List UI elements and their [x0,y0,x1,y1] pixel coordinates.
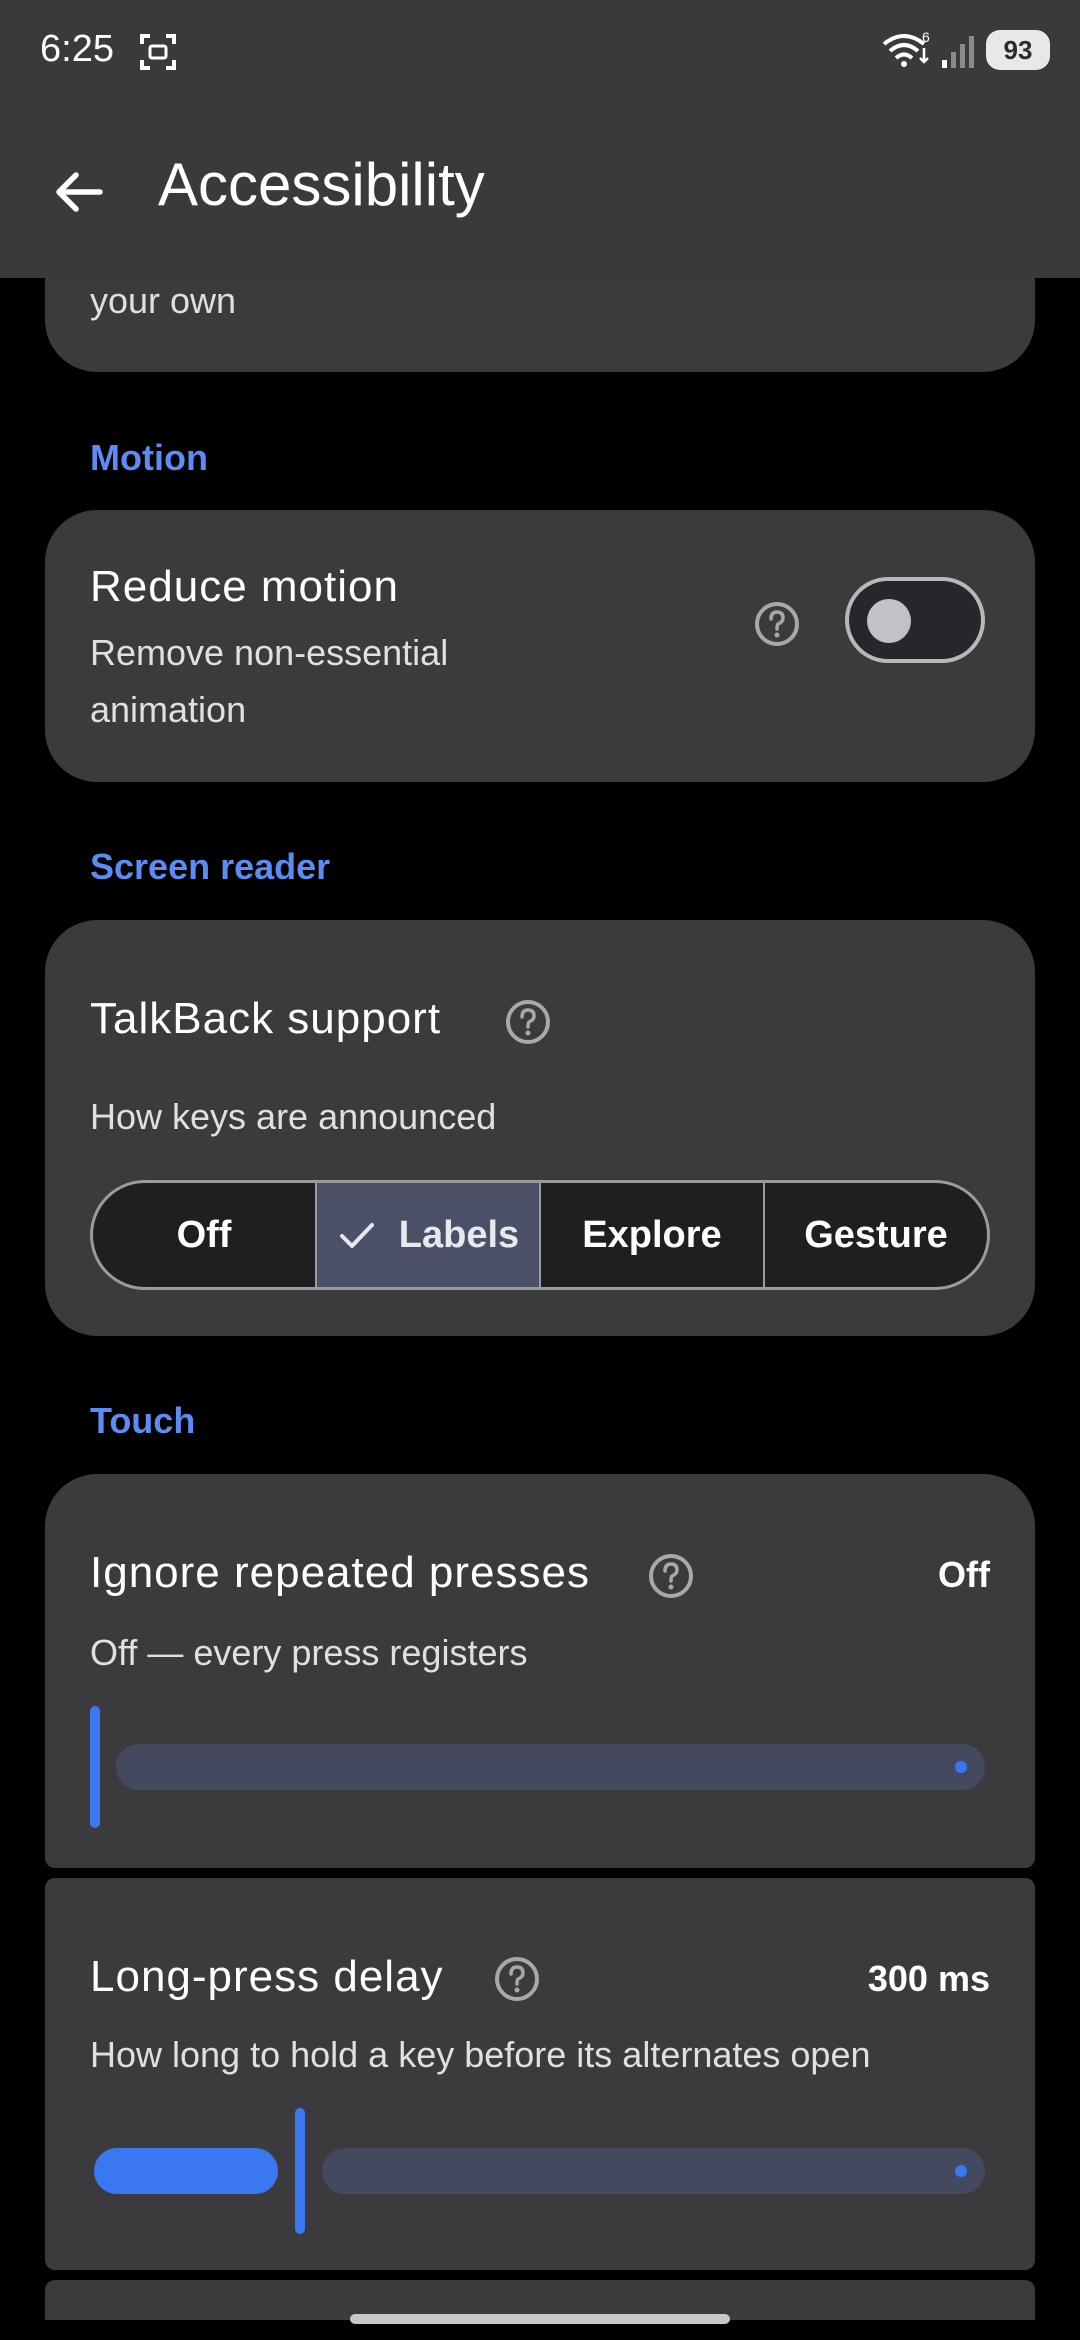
ignore-repeated-card: Ignore repeated presses Off Off — every … [45,1474,1035,1868]
status-bar: 6:25 6 93 [0,0,1080,108]
toggle-knob [867,599,911,643]
section-header-screen-reader: Screen reader [90,846,331,887]
slider-track [322,2148,985,2194]
section-header-touch: Touch [90,1400,196,1441]
ignore-repeated-value: Off [938,1554,990,1595]
segment-off-label: Off [176,1213,232,1256]
slider-end-dot [955,1761,967,1773]
page-title: Accessibility [158,151,485,218]
reduce-motion-subtitle-line1: Remove non-essential [90,632,449,673]
segment-explore-label: Explore [582,1213,722,1256]
app-bar: Accessibility [0,108,1080,278]
screenshot-icon [140,34,176,70]
segment-gesture-label: Gesture [804,1213,948,1256]
ignore-repeated-subtitle: Off — every press registers [90,1632,528,1673]
svg-text:6: 6 [922,30,930,45]
section-header-motion: Motion [90,437,208,478]
talkback-mode-selector: Off Labels Explore Gesture [90,1180,990,1290]
segment-gesture[interactable]: Gesture [763,1183,987,1287]
talkback-title: TalkBack support [90,994,442,1043]
segment-explore[interactable]: Explore [539,1183,763,1287]
home-indicator[interactable] [350,2314,730,2324]
slider-end-dot [955,2165,967,2177]
help-icon[interactable] [493,1955,541,2003]
slider-handle[interactable] [90,1706,100,1828]
segment-labels[interactable]: Labels [315,1183,539,1287]
talkback-subtitle: How keys are announced [90,1096,497,1137]
long-press-card: Long-press delay 300 ms How long to hold… [45,1878,1035,2270]
long-press-value: 300 ms [867,1958,990,1999]
reduce-motion-subtitle-line2: animation [90,689,247,730]
slider-handle[interactable] [295,2108,305,2234]
reduce-motion-toggle[interactable] [845,577,985,663]
help-icon[interactable] [504,998,552,1046]
help-icon[interactable] [753,600,801,648]
long-press-subtitle: How long to hold a key before its altern… [90,2034,871,2075]
check-icon [339,1223,374,1248]
segment-off[interactable]: Off [93,1183,315,1287]
signal-icon [942,36,974,68]
help-icon[interactable] [647,1552,695,1600]
partial-card-text: your own [90,280,237,321]
arrow-left-icon[interactable] [50,163,108,221]
wifi-icon: 6 [882,30,930,67]
slider-track [116,1744,985,1790]
reduce-motion-title: Reduce motion [90,562,399,611]
long-press-title: Long-press delay [90,1952,444,2001]
segment-labels-label: Labels [398,1213,520,1256]
slider-fill [94,2148,278,2194]
ignore-repeated-title: Ignore repeated presses [90,1548,590,1597]
battery-indicator: 93 [986,30,1050,70]
status-time: 6:25 [40,28,114,70]
